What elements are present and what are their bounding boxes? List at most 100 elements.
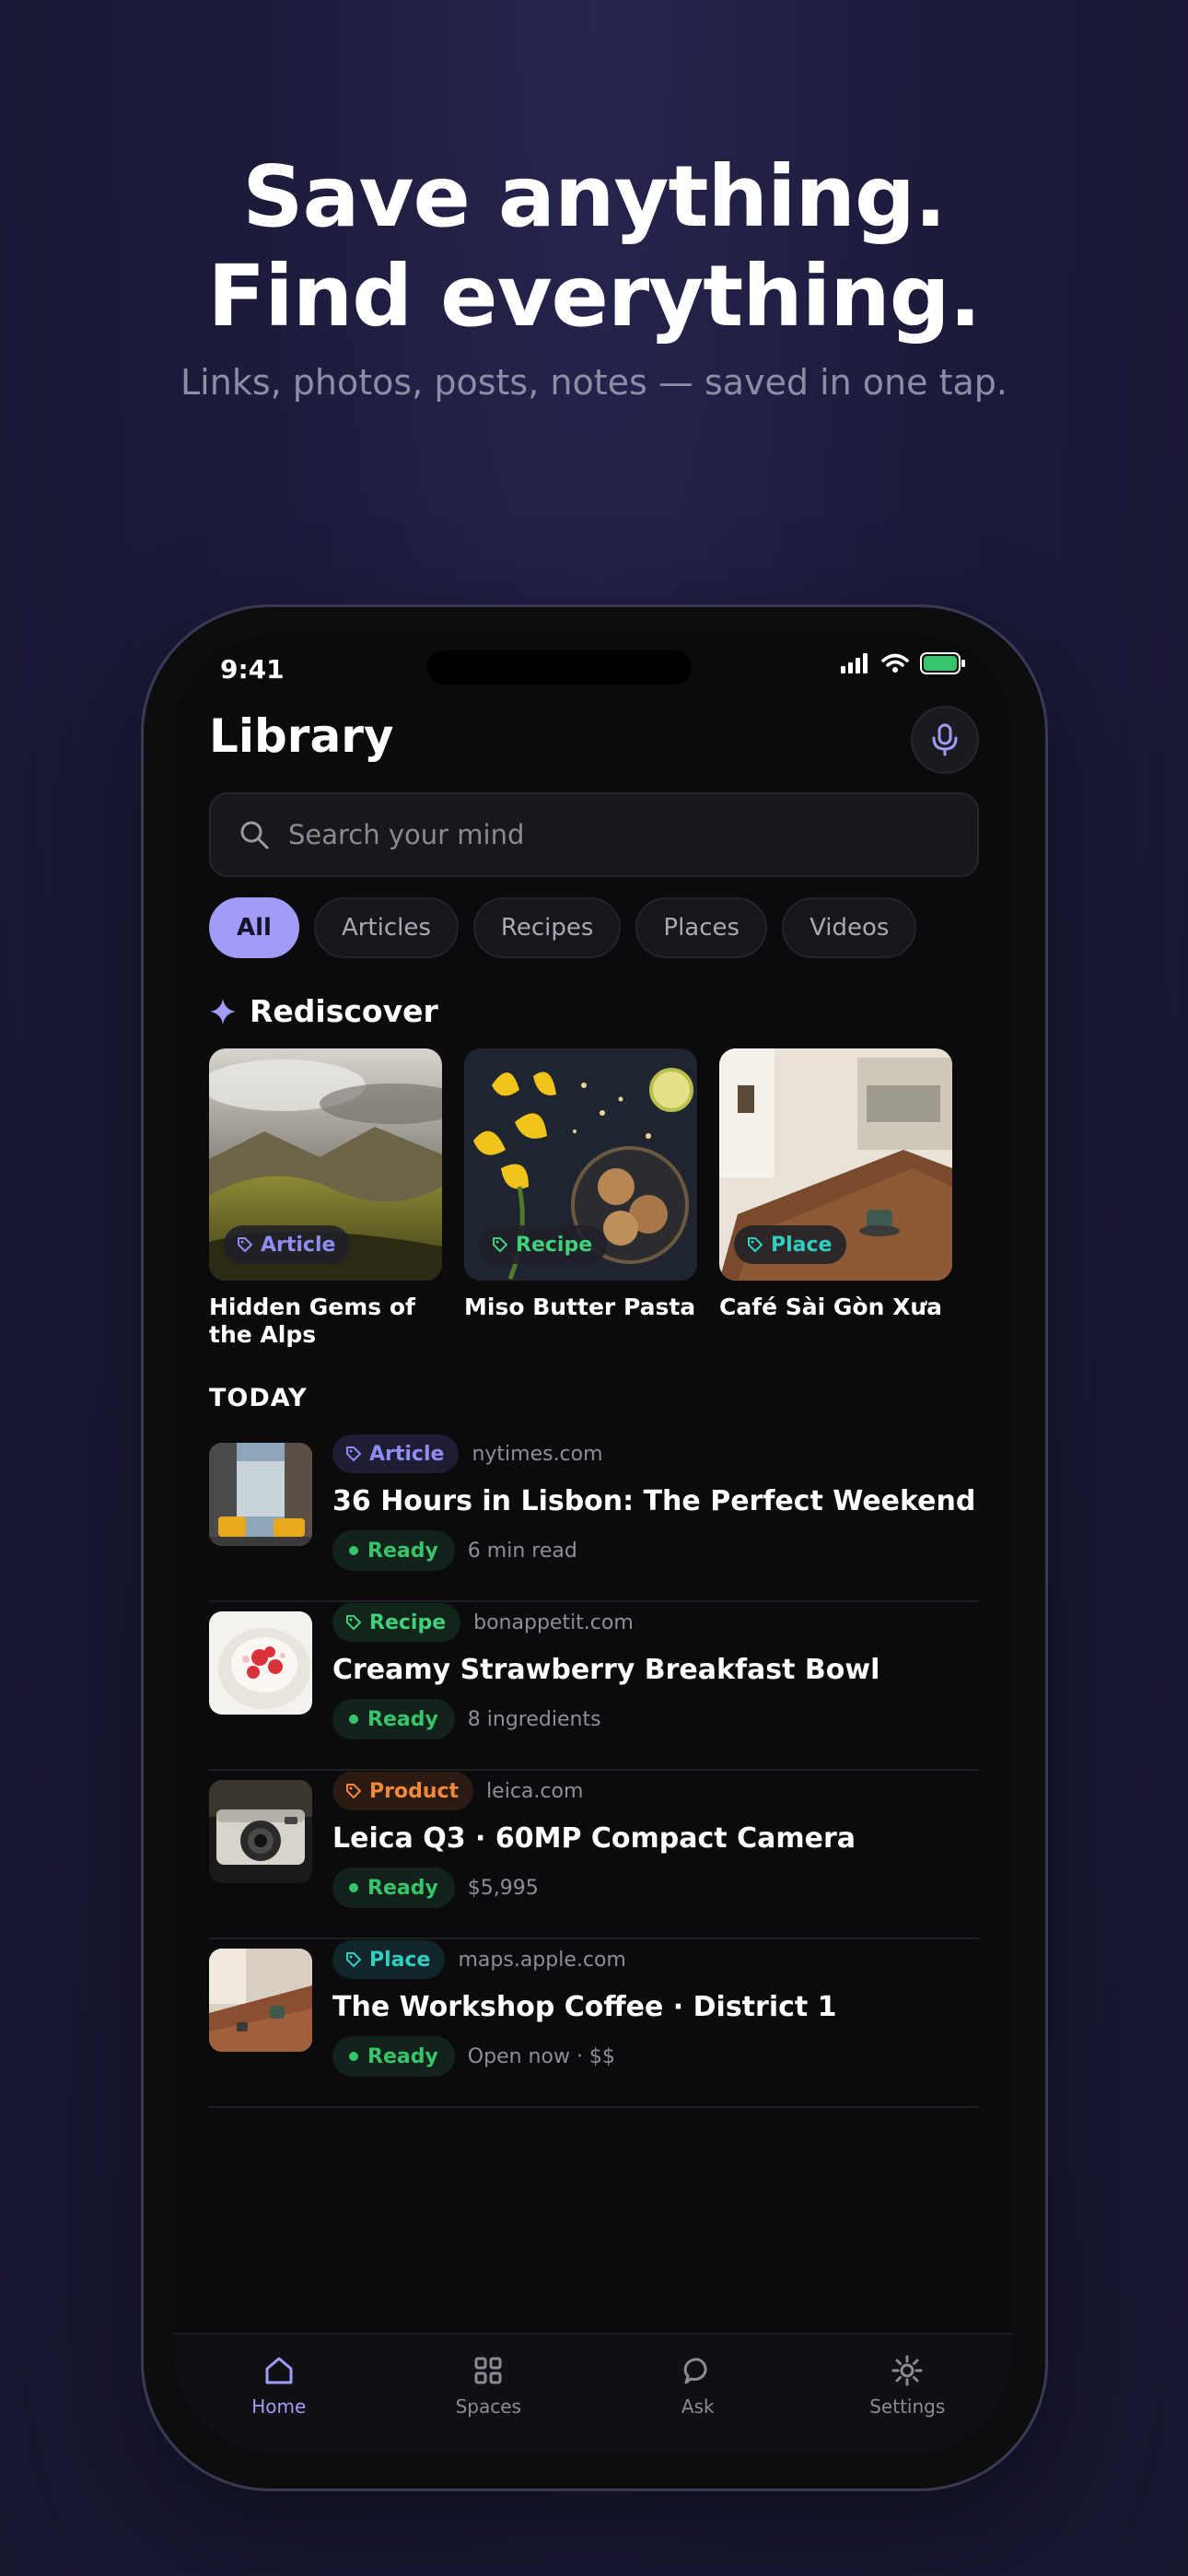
status-icons	[841, 652, 966, 674]
item-title: 36 Hours in Lisbon: The Perfect Weekend	[332, 1485, 976, 1517]
chat-bubble-icon	[683, 2358, 707, 2384]
tag-icon	[238, 1237, 252, 1252]
item-tag: Place	[332, 1940, 446, 1979]
item-tag-label: Recipe	[369, 1610, 447, 1634]
item-tag-label: Place	[369, 1948, 431, 1972]
card-tag-label: Recipe	[516, 1233, 593, 1257]
sparkle-icon	[210, 998, 236, 1025]
status-badge: Ready	[332, 2036, 455, 2077]
battery-icon	[920, 652, 965, 674]
list-item[interactable]: Article nytimes.com 36 Hours in Lisbon: …	[209, 1434, 979, 1602]
item-tag-label: Product	[369, 1779, 460, 1803]
tab-bar: Home Spaces Ask Settings	[174, 2333, 1012, 2453]
tab-home[interactable]: Home	[174, 2335, 384, 2453]
status-badge: Ready	[332, 1699, 455, 1739]
card-image-mountains: Article	[209, 1048, 442, 1281]
microphone-icon	[932, 723, 958, 756]
card-title: Miso Butter Pasta	[464, 1294, 696, 1320]
item-detail: 8 ingredients	[467, 1707, 601, 1731]
item-detail: Open now · $$	[467, 2044, 615, 2068]
search-input[interactable]: Search your mind	[209, 792, 979, 877]
home-icon	[265, 2357, 293, 2384]
item-tag: Recipe	[332, 1603, 461, 1642]
status-badge: Ready	[332, 1530, 455, 1571]
item-title: Creamy Strawberry Breakfast Bowl	[332, 1654, 880, 1686]
card-tag-label: Place	[771, 1233, 833, 1257]
card-tag: Article	[224, 1225, 351, 1264]
item-detail: 6 min read	[467, 1539, 577, 1563]
tag-icon	[493, 1237, 507, 1252]
filter-chip-recipes[interactable]: Recipes	[472, 897, 622, 958]
tab-spaces[interactable]: Spaces	[384, 2335, 594, 2453]
status-badge-label: Ready	[367, 1876, 438, 1900]
item-tag: Article	[332, 1434, 460, 1473]
item-thumbnail	[209, 1949, 312, 2052]
filter-chips: All Articles Recipes Places Videos	[209, 897, 917, 958]
card-title: Hidden Gems of the Alps	[209, 1294, 415, 1348]
item-title: The Workshop Coffee · District 1	[332, 1991, 837, 2023]
hero-subtitle: Links, photos, posts, notes — saved in o…	[181, 362, 1007, 403]
filter-chip-videos[interactable]: Videos	[782, 897, 917, 958]
filter-chip-articles[interactable]: Articles	[313, 897, 459, 958]
card-image-pasta: Recipe	[464, 1048, 697, 1281]
item-domain: leica.com	[486, 1779, 584, 1803]
hero-line-2: Find everything.	[207, 247, 981, 345]
item-title: Leica Q3 · 60MP Compact Camera	[332, 1822, 856, 1855]
app-screen: 9:41 Library Search your mind All Articl…	[174, 636, 1012, 2453]
filter-chip-places[interactable]: Places	[635, 897, 768, 958]
tab-home-label: Home	[251, 2395, 307, 2418]
today-list: Article nytimes.com 36 Hours in Lisbon: …	[209, 1434, 979, 2108]
card-title: Café Sài Gòn Xưa	[719, 1294, 943, 1320]
rediscover-heading: Rediscover	[209, 993, 438, 1029]
tab-ask[interactable]: Ask	[593, 2335, 803, 2453]
tab-settings-label: Settings	[869, 2395, 946, 2418]
today-heading: TODAY	[209, 1384, 308, 1412]
status-dot	[349, 1715, 358, 1724]
grid-icon	[474, 2357, 502, 2384]
item-tag: Product	[332, 1772, 474, 1810]
status-badge: Ready	[332, 1868, 455, 1908]
item-thumbnail	[209, 1780, 312, 1883]
item-thumbnail	[209, 1611, 312, 1715]
list-item[interactable]: Place maps.apple.com The Workshop Coffee…	[209, 1939, 979, 2108]
gear-icon	[891, 2355, 923, 2386]
list-item[interactable]: Product leica.com Leica Q3 · 60MP Compac…	[209, 1771, 979, 1939]
voice-button[interactable]	[911, 706, 979, 774]
rediscover-card[interactable]: Recipe Miso Butter Pasta	[464, 1048, 697, 1349]
tag-icon	[748, 1237, 763, 1252]
rediscover-heading-label: Rediscover	[250, 993, 438, 1029]
search-placeholder: Search your mind	[288, 819, 525, 850]
signal-icon	[841, 653, 868, 673]
status-badge-label: Ready	[367, 1539, 438, 1563]
card-tag: Place	[734, 1225, 847, 1264]
item-detail: $5,995	[467, 1876, 539, 1900]
status-badge-label: Ready	[367, 1707, 438, 1731]
rediscover-cards: Article Hidden Gems of the Alps Recipe M…	[209, 1048, 952, 1349]
card-tag-label: Article	[261, 1233, 336, 1257]
search-icon	[240, 821, 269, 849]
rediscover-card[interactable]: Place Café Sài Gòn Xưa	[719, 1048, 952, 1349]
status-badge-label: Ready	[367, 2044, 438, 2068]
status-time: 9:41	[220, 654, 285, 685]
item-thumbnail	[209, 1443, 312, 1546]
item-domain: bonappetit.com	[473, 1610, 634, 1634]
item-tag-label: Article	[369, 1442, 445, 1466]
tab-spaces-label: Spaces	[455, 2395, 521, 2418]
status-dot	[349, 2052, 358, 2061]
item-domain: maps.apple.com	[458, 1948, 626, 1972]
hero-title: Save anything. Find everything.	[0, 147, 1188, 346]
tag-icon	[346, 1615, 361, 1630]
list-item[interactable]: Recipe bonappetit.com Creamy Strawberry …	[209, 1602, 979, 1771]
wifi-icon	[881, 653, 909, 673]
page-title: Library	[209, 709, 394, 763]
card-tag: Recipe	[479, 1225, 608, 1264]
tag-icon	[346, 1446, 361, 1461]
filter-chip-all[interactable]: All	[209, 897, 299, 958]
item-domain: nytimes.com	[472, 1442, 603, 1466]
card-image-cafe: Place	[719, 1048, 952, 1281]
tag-icon	[346, 1784, 361, 1798]
tag-icon	[346, 1952, 361, 1967]
tab-settings[interactable]: Settings	[803, 2335, 1013, 2453]
status-dot	[349, 1883, 358, 1892]
rediscover-card[interactable]: Article Hidden Gems of the Alps	[209, 1048, 442, 1349]
